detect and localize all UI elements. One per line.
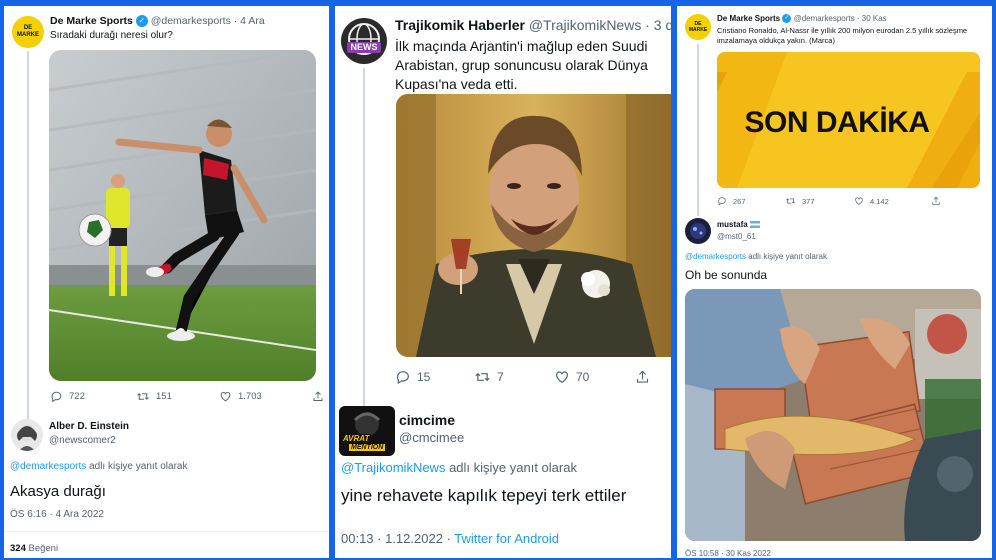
reply-count: 15: [417, 370, 431, 384]
reply-timestamp[interactable]: ÖS 10:58 · 30 Kas 2022: [685, 549, 771, 558]
share-icon: [636, 370, 649, 383]
replying-to: @demarkesports adlı kişiye yanıt olarak: [685, 252, 827, 261]
heart-icon: [855, 197, 863, 205]
divider: [4, 531, 329, 532]
share-icon: [313, 391, 323, 401]
reply-icon: [51, 391, 62, 403]
replying-to-label: adlı kişiye yanıt olarak: [746, 252, 827, 261]
author-handle[interactable]: @TrajikomikNews: [529, 17, 641, 33]
retweet-button[interactable]: 377: [785, 196, 815, 206]
reply-text: yine rehavete kapılık tepeyi terk ettile…: [341, 486, 627, 505]
reply-icon: [718, 197, 726, 206]
argentina-flag-icon: [749, 221, 760, 229]
retweet-count: 377: [802, 196, 815, 206]
reply-button[interactable]: 15: [395, 369, 430, 385]
author-handle[interactable]: @demarkesports: [151, 15, 231, 27]
reply-author-handle[interactable]: @cmcimee: [399, 430, 464, 445]
avatar[interactable]: DE MARKE: [685, 14, 711, 40]
replying-to: @TrajikomikNews adlı kişiye yanıt olarak: [341, 460, 577, 475]
reply-author-name[interactable]: Alber D. Einstein: [49, 421, 129, 432]
replying-to-mention[interactable]: @demarkesports: [10, 461, 86, 472]
avatar[interactable]: [685, 218, 711, 244]
reply-text: Oh be sonunda: [685, 268, 768, 282]
retweet-icon: [475, 372, 490, 382]
retweet-button[interactable]: 7: [474, 369, 504, 385]
avatar-logo-text: NEWS: [350, 42, 378, 52]
author-name[interactable]: De Marke Sports: [717, 14, 780, 23]
avatar[interactable]: AVRAT MENTION: [339, 406, 395, 456]
reply-source[interactable]: Twitter for Android: [454, 531, 559, 546]
likes-summary[interactable]: 324 Beğeni: [10, 543, 58, 554]
like-button[interactable]: 4.142: [854, 196, 889, 206]
reply-button[interactable]: 722: [50, 390, 85, 403]
reply-image-brick-bread[interactable]: [685, 289, 981, 541]
author-name[interactable]: De Marke Sports: [50, 15, 133, 27]
likes-summary-count: 324: [10, 543, 26, 554]
thread-line: [363, 68, 365, 408]
reply-author-handle[interactable]: @newscomer2: [49, 435, 116, 446]
like-button[interactable]: 1.703: [219, 390, 262, 403]
tweet-text: Cristiano Ronaldo, Al-Nassr ile yıllık 2…: [717, 26, 968, 45]
thread-line: [697, 44, 699, 216]
thread-line: [27, 51, 29, 419]
like-count: 70: [576, 370, 590, 384]
tweet-image-football-player[interactable]: [49, 50, 316, 381]
reply-meta: 00:13 · 1.12.2022 · Twitter for Android: [341, 531, 559, 546]
avatar-logo-text: DE MARKE: [17, 25, 39, 38]
tweet-image-laughing-man-meme[interactable]: [396, 94, 671, 357]
reply-timestamp[interactable]: ÖS 6:16 · 4 Ara 2022: [10, 509, 104, 520]
retweet-icon: [786, 198, 795, 204]
avatar-text-bottom: MENTION: [349, 444, 386, 451]
like-button[interactable]: 70: [554, 369, 589, 385]
reply-count: 267: [733, 196, 746, 206]
reply-author-name[interactable]: mustafa: [717, 220, 748, 229]
avatar[interactable]: [11, 419, 43, 451]
verified-icon: ✓: [782, 14, 792, 24]
reply-button[interactable]: 267: [717, 196, 746, 206]
replying-to-mention[interactable]: @TrajikomikNews: [341, 460, 445, 475]
share-icon: [932, 196, 940, 205]
heart-icon: [556, 371, 568, 384]
tweet-date[interactable]: · 4 Ara: [234, 15, 265, 27]
replying-to-mention[interactable]: @demarkesports: [685, 252, 746, 261]
replying-to: @demarkesports adlı kişiye yanıt olarak: [10, 461, 187, 472]
reply-count: 722: [69, 391, 85, 402]
avatar-text-top: AVRAT: [341, 434, 372, 443]
retweet-count: 7: [497, 370, 504, 384]
retweet-button[interactable]: 151: [136, 390, 172, 403]
tweet-panel-trajikomik: NEWS Trajikomik Haberler @TrajikomikNews…: [335, 6, 671, 558]
share-button[interactable]: [635, 369, 650, 385]
reply-timestamp[interactable]: 00:13 · 1.12.2022 ·: [341, 531, 454, 546]
avatar[interactable]: NEWS: [341, 18, 387, 64]
share-button[interactable]: [312, 390, 324, 403]
tweet-image-son-dakika-banner[interactable]: SON DAKİKA: [717, 52, 980, 188]
reply-author-handle[interactable]: @mst0_61: [717, 232, 756, 241]
likes-summary-label: Beğeni: [25, 543, 59, 554]
author-name[interactable]: Trajikomik Haberler: [395, 17, 525, 33]
reply-text: Akasya durağı: [10, 483, 106, 500]
replying-to-label: adlı kişiye yanıt olarak: [86, 461, 188, 472]
heart-icon: [220, 391, 231, 402]
reply-icon: [396, 371, 409, 385]
banner-text: SON DAKİKA: [744, 106, 930, 139]
like-count: 1.703: [238, 391, 262, 402]
like-count: 4.142: [870, 196, 889, 206]
tweet-panel-demarke-1: DE MARKE De Marke Sports ✓ @demarkesport…: [4, 6, 329, 558]
retweet-count: 151: [156, 391, 172, 402]
replying-to-label: adlı kişiye yanıt olarak: [445, 460, 577, 475]
tweet-panel-demarke-2: DE MARKE De Marke Sports ✓ @demarkesport…: [677, 6, 992, 558]
tweet-date[interactable]: · 3 dk: [645, 17, 671, 33]
share-button[interactable]: [931, 196, 941, 206]
reply-author-name[interactable]: cimcime: [399, 412, 455, 428]
author-handle[interactable]: @demarkesports · 30 Kas: [794, 14, 887, 23]
tweet-text: İlk maçında Arjantin'i mağlup eden Suudi…: [395, 38, 648, 92]
retweet-icon: [137, 393, 149, 400]
avatar[interactable]: DE MARKE: [12, 16, 44, 48]
avatar-logo-text: DE MARKE: [688, 21, 708, 33]
tweet-text: Sıradaki durağı neresi olur?: [50, 30, 173, 41]
verified-icon: ✓: [135, 15, 148, 28]
